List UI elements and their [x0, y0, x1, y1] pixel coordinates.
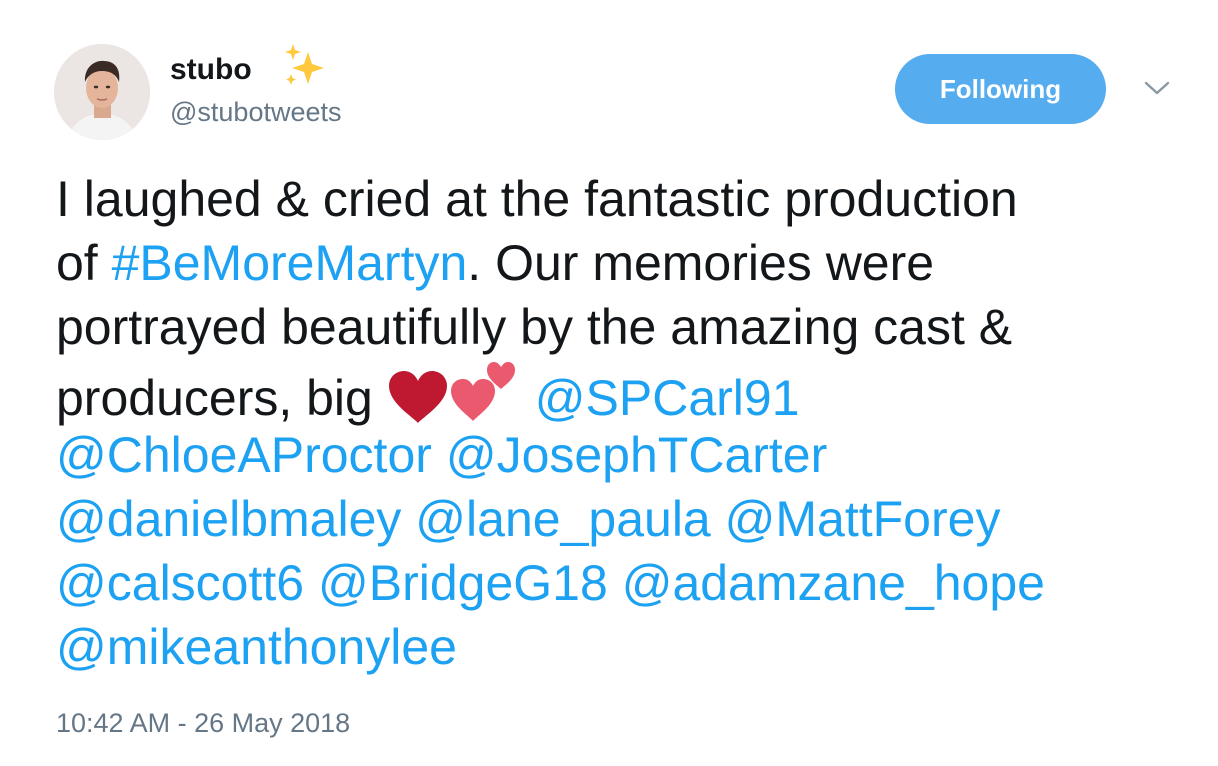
mention-link[interactable]: @BridgeG18	[318, 555, 608, 611]
following-button[interactable]: Following	[895, 54, 1106, 124]
two-hearts-icon	[450, 362, 515, 421]
tweet-line: producers, big @SPCarl91	[56, 359, 1166, 426]
tweet-text-segment: of	[56, 235, 112, 291]
mention-link[interactable]: @danielbmaley	[56, 491, 401, 547]
tweet-line: of #BeMoreMartyn. Our memories were	[56, 231, 1166, 295]
tweet-line: @mikeanthonylee	[56, 615, 1166, 679]
mention-link[interactable]: @SPCarl91	[535, 370, 800, 426]
tweet-text-segment: . Our memories were	[467, 235, 935, 291]
avatar-photo	[54, 44, 150, 140]
tweet-text: I laughed & cried at the fantastic produ…	[56, 167, 1166, 679]
mention-link[interactable]: @lane_paula	[415, 491, 710, 547]
tweet-text-segment: I laughed & cried at the fantastic produ…	[56, 171, 1018, 227]
mention-link[interactable]: @adamzane_hope	[622, 555, 1045, 611]
tweet-card: stubo @stubotweets Following I laughed &…	[0, 0, 1218, 766]
red-heart-icon	[388, 371, 447, 423]
chevron-down-icon[interactable]	[1143, 78, 1171, 98]
hashtag-link[interactable]: #BeMoreMartyn	[112, 235, 468, 291]
mention-link[interactable]: @mikeanthonylee	[56, 619, 457, 675]
tweet-line: @calscott6 @BridgeG18 @adamzane_hope	[56, 551, 1166, 615]
user-handle[interactable]: @stubotweets	[170, 96, 342, 128]
mention-link[interactable]: @ChloeAProctor	[56, 427, 432, 483]
display-name[interactable]: stubo	[170, 52, 252, 88]
sparkles-icon	[285, 44, 324, 85]
mention-link[interactable]: @JosephTCarter	[446, 427, 827, 483]
tweet-line: @ChloeAProctor @JosephTCarter	[56, 423, 1166, 487]
avatar[interactable]	[54, 44, 150, 140]
tweet-line: @danielbmaley @lane_paula @MattForey	[56, 487, 1166, 551]
tweet-line: I laughed & cried at the fantastic produ…	[56, 167, 1166, 231]
mention-link[interactable]: @calscott6	[56, 555, 304, 611]
tweet-timestamp[interactable]: 10:42 AM - 26 May 2018	[56, 706, 350, 740]
mention-link[interactable]: @MattForey	[725, 491, 1001, 547]
tweet-text-segment: portrayed beautifully by the amazing cas…	[56, 299, 1013, 355]
tweet-text-segment: producers, big	[56, 370, 387, 426]
tweet-line: portrayed beautifully by the amazing cas…	[56, 295, 1166, 359]
